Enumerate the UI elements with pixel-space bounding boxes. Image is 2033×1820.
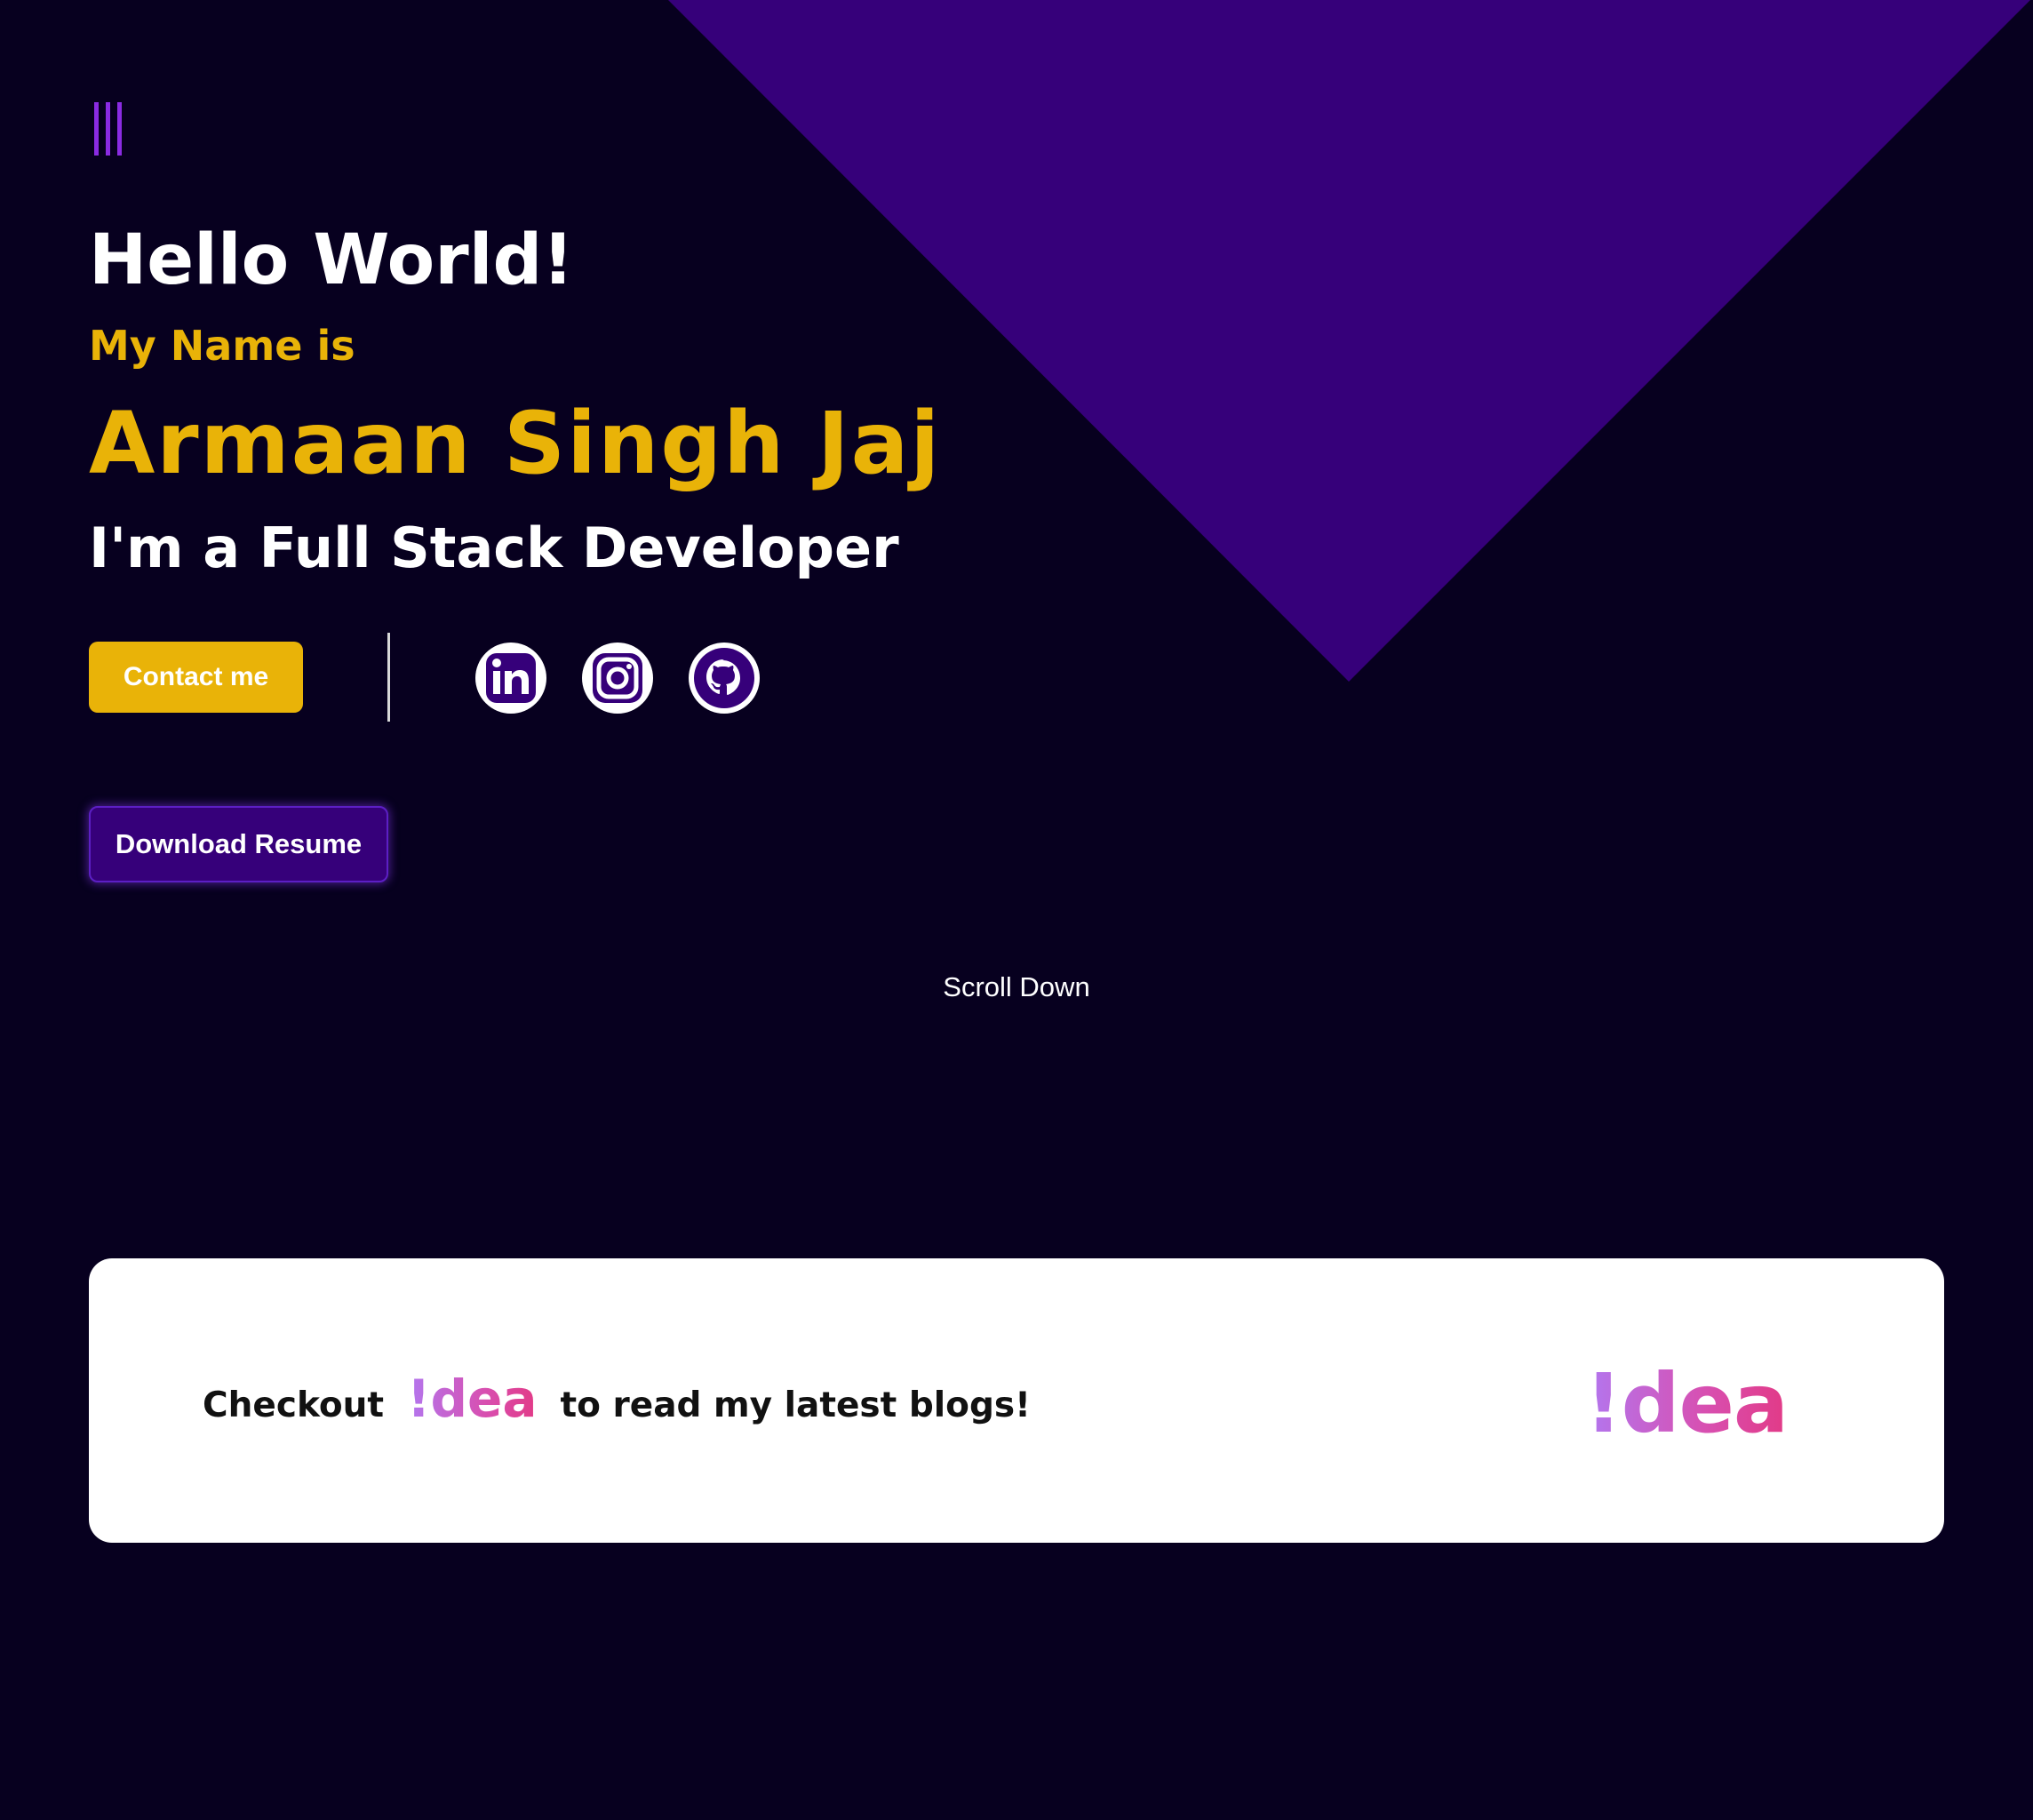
idea-logo[interactable]: !dea: [1585, 1356, 1789, 1451]
vertical-divider: [387, 633, 390, 722]
linkedin-icon: [475, 643, 546, 714]
github-icon: [689, 643, 760, 714]
idea-inline-link[interactable]: !dea: [407, 1369, 537, 1429]
intro-text: My Name is: [89, 322, 355, 370]
instagram-link[interactable]: [581, 642, 654, 714]
contact-me-button[interactable]: Contact me: [89, 642, 303, 713]
scroll-down-link[interactable]: Scroll Down: [0, 971, 2033, 1003]
blog-banner-card: Checkout !dea to read my latest blogs! !…: [89, 1258, 1944, 1543]
blog-suffix-text: to read my latest blogs!: [560, 1385, 1031, 1425]
instagram-icon: [582, 643, 653, 714]
blog-banner-text: Checkout !dea to read my latest blogs!: [203, 1369, 1031, 1429]
role-heading: I'm a Full Stack Developer: [89, 515, 899, 580]
github-link[interactable]: [688, 642, 761, 714]
greeting-heading: Hello World!: [89, 220, 574, 300]
hamburger-icon[interactable]: [94, 102, 130, 156]
linkedin-link[interactable]: [474, 642, 547, 714]
blog-prefix-text: Checkout: [203, 1385, 385, 1425]
download-resume-button[interactable]: Download Resume: [89, 806, 388, 882]
name-heading: Armaan Singh Jaj: [89, 394, 942, 493]
